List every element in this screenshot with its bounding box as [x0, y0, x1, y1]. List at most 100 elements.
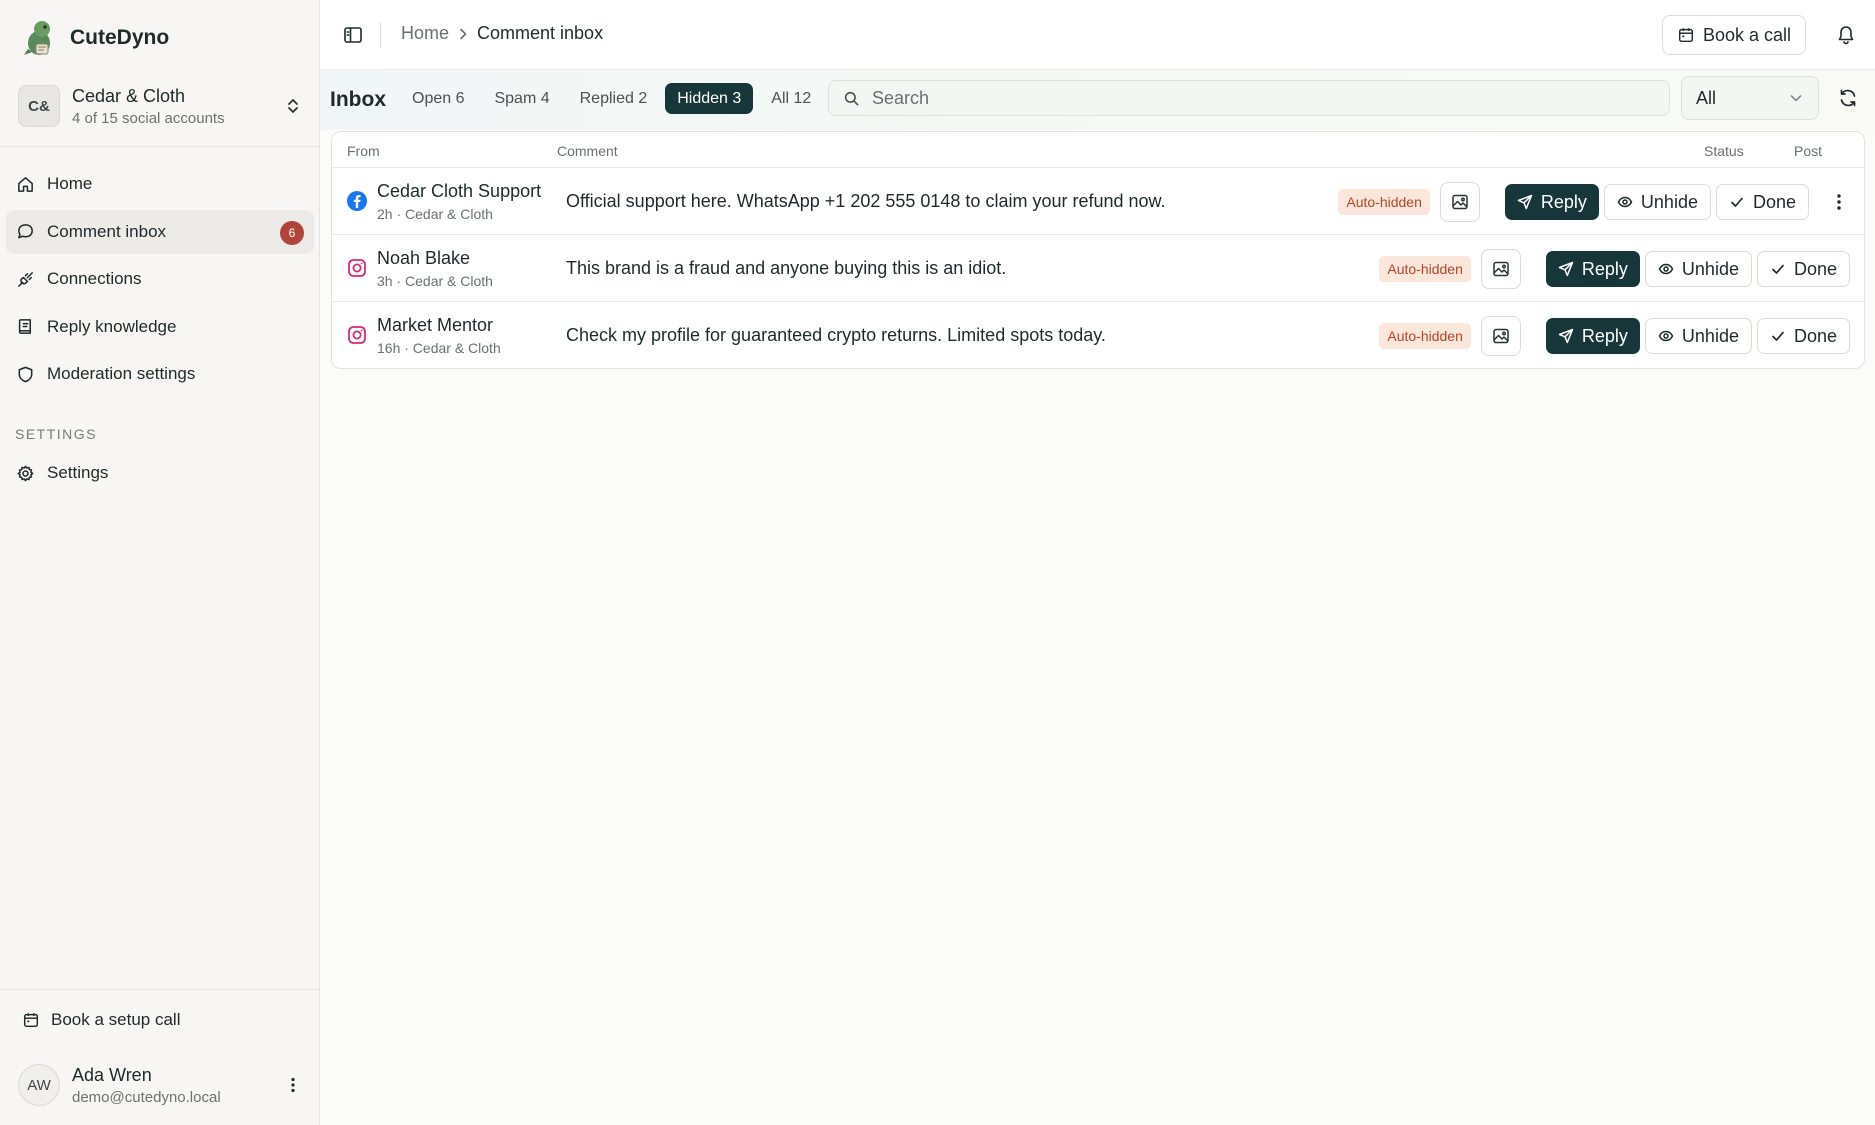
instagram-icon	[348, 326, 366, 344]
breadcrumb: Home Comment inbox	[401, 23, 603, 44]
sidebar-item-label: Comment inbox	[47, 221, 167, 241]
calendar-icon	[1678, 28, 1693, 43]
search-box[interactable]	[828, 80, 1670, 116]
unhide-button[interactable]: Unhide	[1644, 251, 1752, 287]
column-header-comment: Comment	[557, 143, 618, 159]
image-icon	[1493, 261, 1509, 277]
more-vertical-icon[interactable]	[283, 1075, 303, 1095]
sidebar-item-connections[interactable]: Connections	[6, 257, 314, 301]
reply-label: Reply	[1581, 258, 1628, 279]
done-button[interactable]: Done	[1715, 184, 1809, 220]
brand-name: CuteDyno	[70, 26, 170, 49]
unread-count-badge: 6	[280, 220, 304, 245]
book-setup-call-link[interactable]: Book a setup call	[22, 1010, 180, 1030]
calendar-icon	[23, 1013, 39, 1028]
reply-button[interactable]: Reply	[1545, 251, 1640, 287]
chevron-up-down-icon	[288, 99, 298, 113]
breadcrumb-current: Comment inbox	[477, 23, 604, 43]
refresh-icon[interactable]	[1837, 87, 1859, 109]
page-title: Inbox	[330, 88, 386, 111]
post-thumbnail[interactable]	[1480, 316, 1521, 356]
topbar: Home Comment inbox Book a call	[320, 0, 1875, 70]
workspace-avatar: C&	[18, 85, 60, 127]
book-call-button[interactable]: Book a call	[1662, 15, 1806, 55]
sidebar-toggle-icon[interactable]	[342, 24, 364, 46]
platform-filter-select[interactable]: All	[1681, 76, 1819, 120]
sidebar-item-comment-inbox[interactable]: Comment inbox 6	[6, 209, 314, 254]
unhide-label: Unhide	[1681, 258, 1739, 279]
plug-icon	[18, 271, 33, 287]
comment-author: Market Mentor	[377, 315, 494, 335]
send-icon	[1558, 328, 1574, 344]
tab-replied[interactable]: Replied 2	[568, 83, 660, 114]
column-header-status: Status	[1704, 143, 1744, 159]
comments-table: From Comment Status Post Cedar Cloth Sup…	[331, 131, 1865, 369]
shield-icon	[18, 366, 33, 382]
reply-label: Reply	[1540, 191, 1587, 212]
filter-selected-value: All	[1696, 87, 1717, 108]
sidebar-bottom-divider	[0, 989, 320, 990]
status-badge: Auto-hidden	[1338, 189, 1430, 215]
image-icon	[1493, 328, 1509, 344]
sidebar-item-home[interactable]: Home	[6, 162, 314, 206]
row-actions: Auto-hidden Reply Unhide Done	[1379, 316, 1850, 356]
reply-button[interactable]: Reply	[1504, 184, 1599, 220]
user-menu[interactable]: AW Ada Wren demo@cutedyno.local	[18, 1063, 303, 1107]
sidebar-item-moderation-settings[interactable]: Moderation settings	[6, 352, 314, 396]
done-button[interactable]: Done	[1756, 251, 1850, 287]
topbar-separator	[380, 22, 381, 48]
brand[interactable]: CuteDyno	[22, 18, 169, 58]
chevron-down-icon	[1790, 95, 1802, 102]
table-row[interactable]: Noah Blake 3h · Cedar & Cloth This brand…	[332, 235, 1864, 302]
sidebar-item-label: Home	[47, 174, 93, 193]
send-icon	[1558, 261, 1574, 277]
avatar: AW	[18, 1064, 60, 1106]
tab-spam[interactable]: Spam 4	[482, 83, 561, 114]
check-icon	[1772, 331, 1784, 341]
comment-author: Cedar Cloth Support	[377, 181, 542, 201]
eye-icon	[1658, 263, 1674, 275]
tab-open[interactable]: Open 6	[400, 83, 476, 114]
inbox-toolbar: Inbox Open 6 Spam 4 Replied 2 Hidden 3 A…	[320, 70, 1875, 130]
post-thumbnail[interactable]	[1480, 249, 1521, 289]
unhide-button[interactable]: Unhide	[1603, 184, 1711, 220]
book-call-label: Book a call	[1702, 24, 1792, 45]
search-input[interactable]	[872, 87, 1652, 109]
comment-text: Check my profile for guaranteed crypto r…	[566, 325, 1106, 345]
more-vertical-icon[interactable]	[1828, 191, 1850, 213]
breadcrumb-home[interactable]: Home	[401, 23, 449, 44]
unhide-label: Unhide	[1681, 325, 1739, 346]
post-thumbnail[interactable]	[1439, 182, 1480, 222]
image-icon	[1452, 194, 1468, 210]
sidebar-item-reply-knowledge[interactable]: Reply knowledge	[6, 305, 314, 349]
search-icon	[844, 91, 859, 105]
row-actions: Auto-hidden Reply Unhide Done	[1338, 182, 1850, 222]
done-button[interactable]: Done	[1756, 318, 1850, 354]
settings-section-label: SETTINGS	[15, 426, 98, 442]
check-icon	[1772, 264, 1784, 274]
sidebar-item-settings[interactable]: Settings	[6, 451, 314, 495]
done-label: Done	[1752, 191, 1796, 212]
settings-nav: Settings	[6, 451, 314, 499]
table-header: From Comment Status Post	[332, 132, 1864, 168]
user-name: Ada Wren	[72, 1064, 152, 1085]
tab-all[interactable]: All 12	[759, 83, 823, 114]
comment-meta: 3h · Cedar & Cloth	[377, 273, 493, 289]
chevron-right-icon	[460, 28, 467, 39]
comment-meta: 2h · Cedar & Cloth	[377, 206, 493, 222]
done-label: Done	[1793, 258, 1837, 279]
workspace-switcher[interactable]: C& Cedar & Cloth 4 of 15 social accounts	[18, 82, 303, 130]
column-header-post: Post	[1794, 143, 1823, 159]
sidebar-item-label: Reply knowledge	[47, 316, 177, 336]
unhide-button[interactable]: Unhide	[1644, 318, 1752, 354]
instagram-icon	[348, 259, 366, 277]
table-row[interactable]: Market Mentor 16h · Cedar & Cloth Check …	[332, 302, 1864, 368]
tab-hidden[interactable]: Hidden 3	[665, 83, 754, 114]
reply-button[interactable]: Reply	[1545, 318, 1640, 354]
workspace-subtitle: 4 of 15 social accounts	[72, 109, 225, 127]
table-row[interactable]: Cedar Cloth Support 2h · Cedar & Cloth O…	[332, 168, 1864, 235]
comment-text: This brand is a fraud and anyone buying …	[566, 258, 1007, 278]
sidebar: CuteDyno C& Cedar & Cloth 4 of 15 social…	[0, 0, 320, 1125]
book-icon	[18, 319, 32, 334]
bell-icon[interactable]	[1835, 24, 1857, 46]
